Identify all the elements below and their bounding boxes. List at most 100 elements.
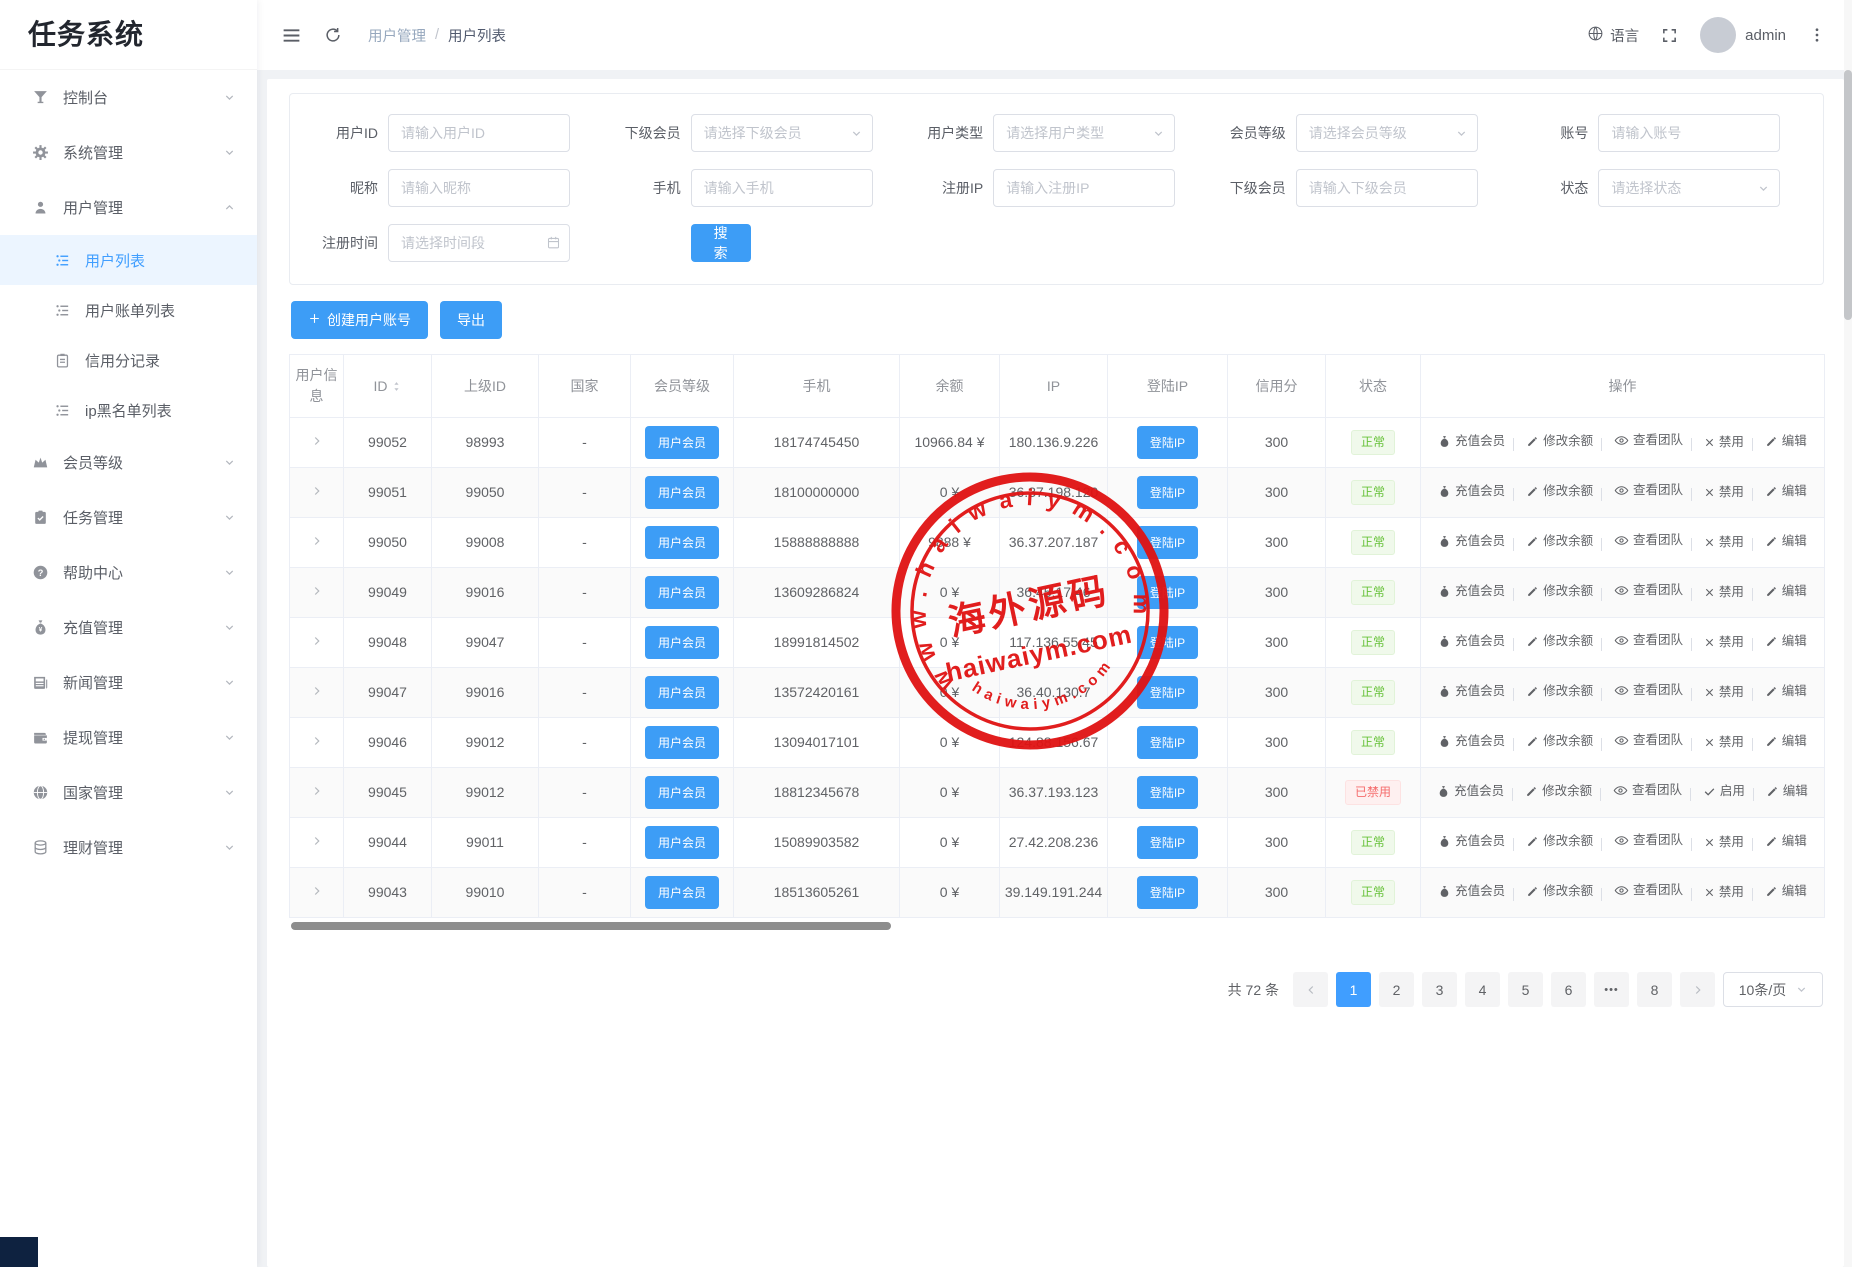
recharge-member-action[interactable]: 充值会员 — [1438, 883, 1505, 901]
sidebar-item-country[interactable]: 国家管理 — [0, 765, 257, 820]
prev-page-button[interactable] — [1293, 972, 1328, 1007]
export-button[interactable]: 导出 — [440, 301, 502, 339]
modify-balance-action[interactable]: 修改余额 — [1526, 833, 1593, 851]
fullscreen-icon[interactable] — [1661, 27, 1678, 44]
view-team-action[interactable]: 查看团队 — [1614, 532, 1683, 550]
page-button-8[interactable]: 8 — [1637, 972, 1672, 1007]
page-button-4[interactable]: 4 — [1465, 972, 1500, 1007]
filter-select-user-type[interactable]: 请选择用户类型 — [993, 114, 1175, 152]
expand-row-icon[interactable] — [311, 585, 323, 597]
member-level-button[interactable]: 用户会员 — [645, 826, 719, 859]
disable-action[interactable]: 禁用 — [1704, 684, 1744, 702]
sort-icon[interactable] — [391, 379, 402, 394]
member-level-button[interactable]: 用户会员 — [645, 776, 719, 809]
login-ip-button[interactable]: 登陆IP — [1137, 876, 1198, 909]
modify-balance-action[interactable]: 修改余额 — [1526, 633, 1593, 651]
recharge-member-action[interactable]: 充值会员 — [1438, 833, 1505, 851]
view-team-action[interactable]: 查看团队 — [1614, 632, 1683, 650]
sidebar-item-users[interactable]: 用户管理 — [0, 180, 257, 235]
login-ip-button[interactable]: 登陆IP — [1137, 476, 1198, 509]
register-time-input[interactable] — [388, 224, 570, 262]
member-level-button[interactable]: 用户会员 — [645, 476, 719, 509]
edit-action[interactable]: 编辑 — [1765, 433, 1807, 451]
user-menu[interactable]: admin — [1700, 17, 1786, 53]
breadcrumb-section[interactable]: 用户管理 — [368, 25, 426, 46]
language-switcher[interactable]: 语言 — [1587, 25, 1639, 46]
view-team-action[interactable]: 查看团队 — [1614, 832, 1683, 850]
sidebar-subitem-credit-records[interactable]: 信用分记录 — [0, 335, 257, 385]
sidebar-item-system[interactable]: 系统管理 — [0, 125, 257, 180]
filter-input-account[interactable] — [1598, 114, 1780, 152]
modify-balance-action[interactable]: 修改余额 — [1525, 783, 1592, 801]
disable-action[interactable]: 禁用 — [1704, 884, 1744, 902]
login-ip-button[interactable]: 登陆IP — [1137, 426, 1198, 459]
login-ip-button[interactable]: 登陆IP — [1137, 576, 1198, 609]
disable-action[interactable]: 禁用 — [1704, 634, 1744, 652]
filter-input-register-ip[interactable] — [993, 169, 1175, 207]
login-ip-button[interactable]: 登陆IP — [1137, 626, 1198, 659]
expand-row-icon[interactable] — [311, 485, 323, 497]
disable-action[interactable]: 禁用 — [1704, 484, 1744, 502]
create-user-button[interactable]: 创建用户账号 — [291, 301, 428, 339]
page-size-select[interactable]: 10条/页 — [1723, 972, 1823, 1007]
member-level-button[interactable]: 用户会员 — [645, 626, 719, 659]
disable-action[interactable]: 禁用 — [1704, 584, 1744, 602]
member-level-button[interactable]: 用户会员 — [645, 526, 719, 559]
edit-action[interactable]: 编辑 — [1765, 633, 1807, 651]
sidebar-item-tasks[interactable]: 任务管理 — [0, 490, 257, 545]
view-team-action[interactable]: 查看团队 — [1614, 882, 1683, 900]
recharge-member-action[interactable]: 充值会员 — [1437, 783, 1504, 801]
more-pages-button[interactable]: ••• — [1594, 972, 1629, 1007]
modify-balance-action[interactable]: 修改余额 — [1526, 883, 1593, 901]
sidebar-item-recharge[interactable]: ¥ 充值管理 — [0, 600, 257, 655]
page-button-3[interactable]: 3 — [1422, 972, 1457, 1007]
modify-balance-action[interactable]: 修改余额 — [1526, 733, 1593, 751]
login-ip-button[interactable]: 登陆IP — [1137, 676, 1198, 709]
edit-action[interactable]: 编辑 — [1766, 783, 1808, 801]
more-menu-icon[interactable] — [1808, 26, 1826, 44]
sidebar-subitem-user-list[interactable]: 用户列表 — [0, 235, 257, 285]
sidebar-item-member-level[interactable]: 会员等级 — [0, 435, 257, 490]
edit-action[interactable]: 编辑 — [1765, 733, 1807, 751]
member-level-button[interactable]: 用户会员 — [645, 676, 719, 709]
sidebar-subitem-ip-blacklist[interactable]: ip黑名单列表 — [0, 385, 257, 435]
filter-input-user-id[interactable] — [388, 114, 570, 152]
recharge-member-action[interactable]: 充值会员 — [1438, 633, 1505, 651]
page-scrollbar-thumb[interactable] — [1844, 70, 1852, 320]
edit-action[interactable]: 编辑 — [1765, 833, 1807, 851]
disable-action[interactable]: 禁用 — [1704, 534, 1744, 552]
disable-action[interactable]: 禁用 — [1704, 734, 1744, 752]
modify-balance-action[interactable]: 修改余额 — [1526, 683, 1593, 701]
disable-action[interactable]: 禁用 — [1704, 434, 1744, 452]
view-team-action[interactable]: 查看团队 — [1614, 432, 1683, 450]
login-ip-button[interactable]: 登陆IP — [1137, 726, 1198, 759]
edit-action[interactable]: 编辑 — [1765, 483, 1807, 501]
filter-input-phone[interactable] — [691, 169, 873, 207]
expand-row-icon[interactable] — [311, 785, 323, 797]
edit-action[interactable]: 编辑 — [1765, 883, 1807, 901]
page-button-1[interactable]: 1 — [1336, 972, 1371, 1007]
member-level-button[interactable]: 用户会员 — [645, 876, 719, 909]
recharge-member-action[interactable]: 充值会员 — [1438, 533, 1505, 551]
search-button[interactable]: 搜索 — [691, 224, 751, 262]
member-level-button[interactable]: 用户会员 — [645, 576, 719, 609]
refresh-icon[interactable] — [324, 26, 342, 44]
filter-input-nickname[interactable] — [388, 169, 570, 207]
filter-input-sub-member-input[interactable] — [1296, 169, 1478, 207]
expand-row-icon[interactable] — [311, 635, 323, 647]
page-button-6[interactable]: 6 — [1551, 972, 1586, 1007]
member-level-button[interactable]: 用户会员 — [645, 726, 719, 759]
hamburger-icon[interactable] — [281, 25, 302, 46]
filter-select-status[interactable]: 请选择状态 — [1598, 169, 1780, 207]
sidebar-item-finance[interactable]: 理财管理 — [0, 820, 257, 875]
view-team-action[interactable]: 查看团队 — [1614, 482, 1683, 500]
expand-row-icon[interactable] — [311, 435, 323, 447]
login-ip-button[interactable]: 登陆IP — [1137, 826, 1198, 859]
sidebar-subitem-user-bills[interactable]: 用户账单列表 — [0, 285, 257, 335]
recharge-member-action[interactable]: 充值会员 — [1438, 583, 1505, 601]
register-time-datepicker[interactable] — [388, 224, 570, 262]
modify-balance-action[interactable]: 修改余额 — [1526, 483, 1593, 501]
modify-balance-action[interactable]: 修改余额 — [1526, 433, 1593, 451]
horizontal-scrollbar[interactable] — [291, 922, 891, 930]
expand-row-icon[interactable] — [311, 685, 323, 697]
